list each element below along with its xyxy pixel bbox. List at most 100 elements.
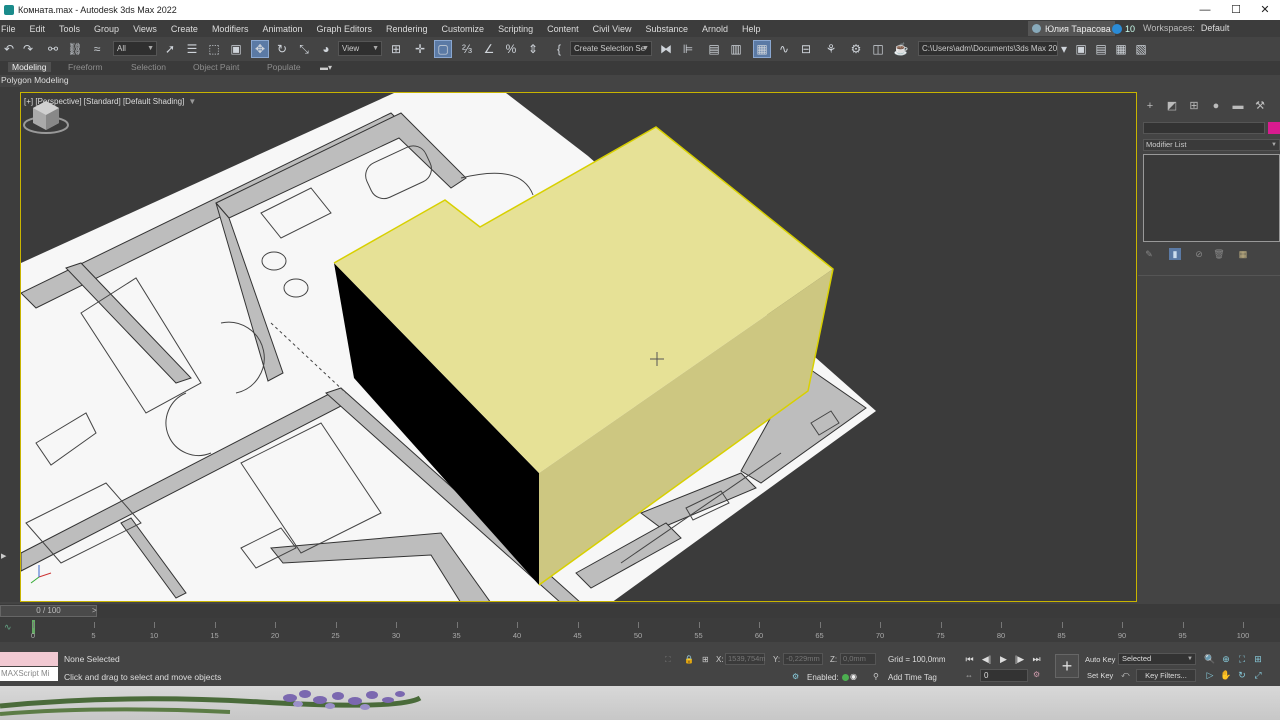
menu-help[interactable]: Help xyxy=(735,24,768,34)
workspaces-selector[interactable]: Workspaces: Default xyxy=(1143,20,1229,37)
schematic-view-icon[interactable]: ⊟ xyxy=(797,40,815,58)
align-icon[interactable]: ⊫ xyxy=(679,40,697,58)
show-end-result-icon[interactable]: ▮ xyxy=(1169,248,1181,260)
material-editor-icon[interactable]: ⚘ xyxy=(822,40,840,58)
enabled-toggle[interactable]: Enabled: xyxy=(807,673,849,682)
create-project-icon[interactable]: ▦ xyxy=(1112,40,1130,58)
ribbon-tab-selection[interactable]: Selection xyxy=(131,62,166,72)
object-name-field[interactable] xyxy=(1143,122,1265,134)
field-of-view-icon[interactable]: ▷ xyxy=(1204,669,1216,681)
time-tag-icon[interactable]: ⚲ xyxy=(873,672,879,681)
modifier-list-dropdown[interactable]: Modifier List ▼ xyxy=(1143,139,1280,151)
x-coordinate-field[interactable]: 1539,754m xyxy=(725,653,766,665)
adaptive-degradation-icon[interactable]: ⚙ xyxy=(792,672,799,681)
link-icon[interactable]: ⚯ xyxy=(44,40,62,58)
modify-icon[interactable]: ◩ xyxy=(1164,98,1180,114)
ribbon-toggle-icon[interactable]: ▦ xyxy=(753,40,771,58)
go-to-end-icon[interactable]: ⏭ xyxy=(1030,653,1043,665)
snaps-toggle-icon[interactable]: ⅔ xyxy=(458,40,476,58)
record-icon[interactable]: ◉ xyxy=(850,672,857,681)
hierarchy-icon[interactable]: ⊞ xyxy=(1186,98,1202,114)
modifier-stack[interactable] xyxy=(1143,154,1280,242)
spinner-snap-icon[interactable]: ⇕ xyxy=(524,40,542,58)
current-frame-field[interactable]: 0 xyxy=(980,669,1028,682)
mirror-icon[interactable]: ⧓ xyxy=(657,40,675,58)
minimize-button[interactable]: — xyxy=(1190,0,1220,20)
time-slider-handle[interactable]: 0 / 100 xyxy=(0,605,97,617)
motion-icon[interactable]: ● xyxy=(1208,98,1224,114)
select-and-rotate-icon[interactable]: ↻ xyxy=(273,40,291,58)
key-filters-button[interactable]: Key Filters... xyxy=(1136,669,1196,682)
render-production-icon[interactable]: ☕ xyxy=(892,40,910,58)
polygon-modeling-label[interactable]: Polygon Modeling xyxy=(1,75,69,85)
menu-modifiers[interactable]: Modifiers xyxy=(205,24,256,34)
maxscript-listener[interactable]: MAXScript Mi xyxy=(0,652,58,682)
project-settings-icon[interactable]: ▧ xyxy=(1132,40,1150,58)
menu-edit[interactable]: Edit xyxy=(23,24,53,34)
default-in-out-tangents-icon[interactable]: ⤺ xyxy=(1121,670,1130,680)
mini-curve-editor-icon[interactable]: ∿ xyxy=(4,622,12,633)
select-manipulate-icon[interactable]: ✛ xyxy=(411,40,429,58)
utilities-icon[interactable]: ⚒ xyxy=(1252,98,1268,114)
make-unique-icon[interactable]: ⊘ xyxy=(1193,248,1205,260)
key-mode-dropdown[interactable]: Selected ▼ xyxy=(1118,653,1196,665)
play-icon[interactable]: ▶ xyxy=(997,653,1010,665)
menu-rendering[interactable]: Rendering xyxy=(379,24,435,34)
select-and-place-icon[interactable]: ◕ xyxy=(317,40,335,58)
selection-filter-dropdown[interactable]: All ▼ xyxy=(113,41,157,56)
percent-snap-icon[interactable]: % xyxy=(502,40,520,58)
pivot-center-icon[interactable]: ⊞ xyxy=(387,40,405,58)
pin-stack-icon[interactable]: ✎ xyxy=(1143,248,1155,260)
remove-modifier-icon[interactable]: 🗑 xyxy=(1213,248,1225,260)
menu-content[interactable]: Content xyxy=(540,24,586,34)
ribbon-tab-modeling[interactable]: Modeling xyxy=(8,62,51,72)
z-coordinate-field[interactable]: 0,0mm xyxy=(840,653,876,665)
user-account-button[interactable]: Юлия Тарасова xyxy=(1028,21,1115,36)
ribbon-tab-freeform[interactable]: Freeform xyxy=(68,62,102,72)
unlink-icon[interactable]: ⛓ xyxy=(66,40,84,58)
menu-arnold[interactable]: Arnold xyxy=(695,24,735,34)
layer-explorer-icon[interactable]: ▥ xyxy=(727,40,745,58)
select-and-scale-icon[interactable]: ⤡ xyxy=(295,40,313,58)
add-time-tag[interactable]: Add Time Tag xyxy=(888,673,937,682)
menu-customize[interactable]: Customize xyxy=(435,24,492,34)
previous-frame-icon[interactable]: ◀| xyxy=(980,653,993,665)
menu-substance[interactable]: Substance xyxy=(638,24,695,34)
track-bar[interactable]: ∿ 0 5 10 15 20 25 30 35 40 45 50 55 60 65 70 75 80 85 90 95… xyxy=(0,618,1280,642)
selection-lock-icon[interactable]: 🔒 xyxy=(684,655,694,664)
menu-tools[interactable]: Tools xyxy=(52,24,87,34)
scene-explorer-icon[interactable]: ▤ xyxy=(705,40,723,58)
time-configuration-icon[interactable]: ⚙ xyxy=(1033,670,1040,679)
project-path-dropdown-icon[interactable]: ▾ xyxy=(1055,40,1073,58)
menu-civil-view[interactable]: Civil View xyxy=(586,24,639,34)
project-path-field[interactable]: C:\Users\adm\Documents\3ds Max 2022 xyxy=(918,41,1058,56)
maximize-button[interactable]: ☐ xyxy=(1221,0,1251,20)
zoom-extents-icon[interactable]: ⛶ xyxy=(1236,653,1248,665)
isolate-selection-icon[interactable]: ⛶ xyxy=(665,655,671,665)
filter-icon[interactable]: ▼ xyxy=(188,97,196,106)
menu-group[interactable]: Group xyxy=(87,24,126,34)
pan-view-icon[interactable]: ✋ xyxy=(1220,669,1232,681)
viewcube-icon[interactable] xyxy=(21,93,71,143)
ribbon-tab-object-paint[interactable]: Object Paint xyxy=(193,62,239,72)
ribbon-tab-populate[interactable]: Populate xyxy=(267,62,301,72)
ribbon-pin-icon[interactable]: ▬▾ xyxy=(320,63,332,72)
maxscript-input-line[interactable]: MAXScript Mi xyxy=(0,667,58,681)
rectangular-selection-icon[interactable]: ⬚ xyxy=(205,40,223,58)
next-frame-arrow-icon[interactable]: > xyxy=(92,606,97,615)
object-color-swatch[interactable] xyxy=(1268,122,1280,134)
menu-create[interactable]: Create xyxy=(164,24,205,34)
viewport-layout-strip[interactable]: ▶ xyxy=(0,87,20,602)
orbit-icon[interactable]: ↻ xyxy=(1236,669,1248,681)
select-by-name-icon[interactable]: ☰ xyxy=(183,40,201,58)
set-project-icon[interactable]: ▤ xyxy=(1092,40,1110,58)
rendered-frame-window-icon[interactable]: ◫ xyxy=(869,40,887,58)
select-and-move-icon[interactable]: ✥ xyxy=(251,40,269,58)
set-key-icon[interactable]: + xyxy=(1055,654,1079,678)
menu-animation[interactable]: Animation xyxy=(255,24,309,34)
configure-modifier-sets-icon[interactable]: ▦ xyxy=(1237,248,1249,260)
reference-coordinate-dropdown[interactable]: View ▼ xyxy=(338,41,382,56)
menu-graph-editors[interactable]: Graph Editors xyxy=(309,24,379,34)
render-setup-icon[interactable]: ⚙ xyxy=(847,40,865,58)
set-key-button[interactable]: Set Key xyxy=(1087,671,1113,680)
